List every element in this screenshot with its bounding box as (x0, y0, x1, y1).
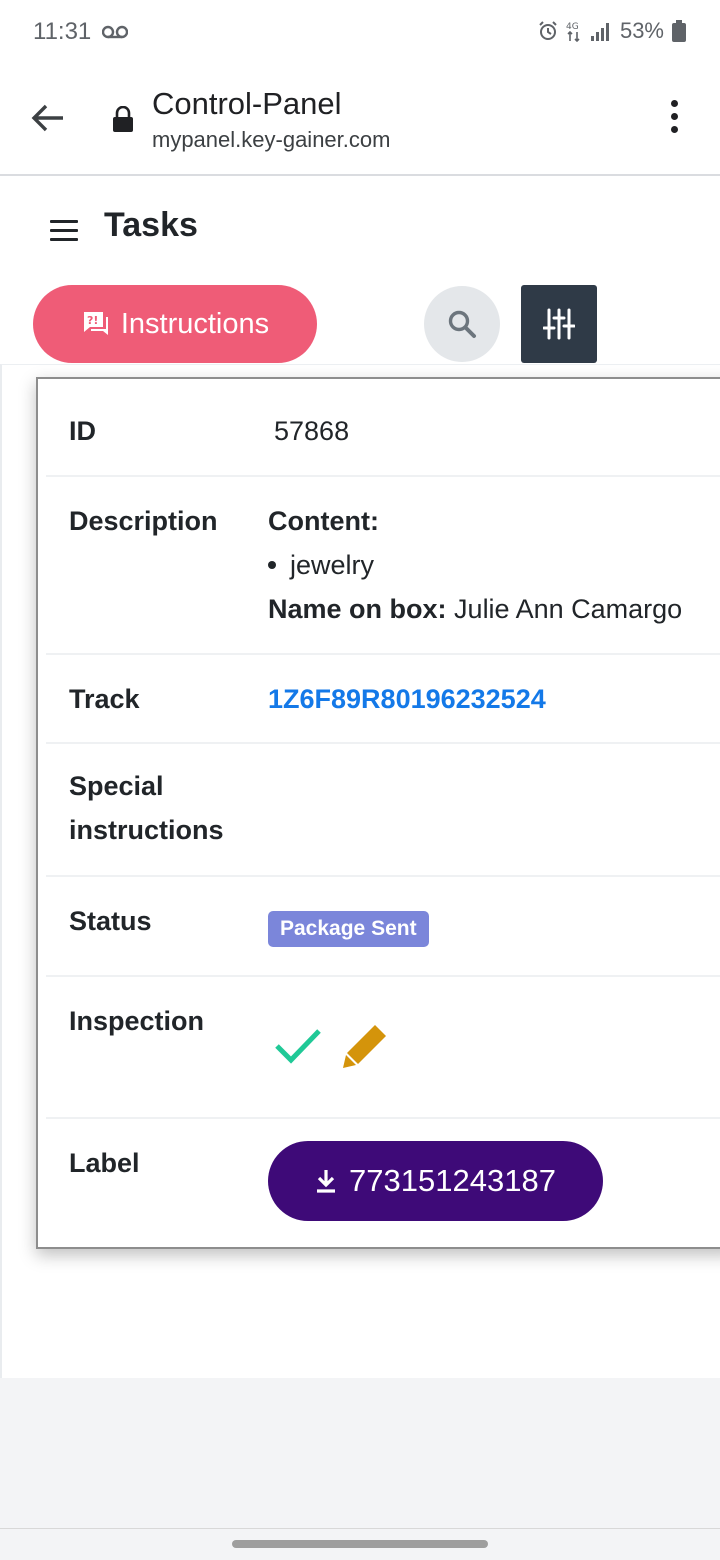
row-inspection: Inspection (46, 977, 720, 1119)
content-item: jewelry (290, 550, 375, 580)
battery-percent: 53% (619, 18, 664, 43)
download-label-button[interactable]: 773151243187 (268, 1141, 603, 1221)
row-track: Track 1Z6F89R80196232524 (46, 655, 720, 744)
battery-icon (672, 20, 686, 42)
id-value: 57868 (274, 416, 350, 446)
browser-url[interactable]: mypanel.key-gainer.com (152, 127, 390, 153)
voicemail-icon (102, 25, 128, 39)
status-time: 11:31 (33, 18, 92, 45)
name-on-box-label: Name on box: (268, 594, 447, 624)
back-arrow-icon[interactable] (30, 100, 66, 136)
content-label: Content: (268, 506, 379, 536)
label-number: 773151243187 (349, 1163, 556, 1198)
search-button[interactable] (424, 286, 500, 362)
sliders-icon (543, 308, 575, 340)
row-id: ID 57868 (46, 387, 720, 477)
name-on-box: Name on box: Julie Ann Camargo (268, 587, 682, 631)
status-icons: 4G 53% (538, 18, 686, 44)
page-title: Tasks (104, 206, 198, 244)
lock-icon (113, 106, 133, 132)
download-icon (317, 1170, 336, 1193)
check-icon[interactable] (274, 1026, 322, 1066)
status-badge: Package Sent (268, 911, 429, 947)
hamburger-menu-icon[interactable] (50, 220, 78, 247)
page-background (0, 1378, 720, 1530)
svg-text:?!: ?! (87, 314, 98, 327)
status-bar: 11:31 4G 53% (0, 0, 720, 66)
pencil-icon[interactable] (340, 1021, 390, 1071)
inspection-actions (274, 1021, 390, 1071)
description-value: Content: jewelry Name on box: Julie Ann … (268, 499, 682, 631)
task-detail-card: ID 57868 Description Content: jewelry Na… (36, 377, 720, 1249)
id-label: ID (69, 416, 96, 446)
name-on-box-value: Julie Ann Camargo (454, 594, 683, 624)
special-instructions-label: Special instructions (69, 771, 224, 845)
label-label: Label (69, 1148, 140, 1178)
instructions-button[interactable]: ?! Instructions (33, 285, 317, 363)
row-description: Description Content: jewelry Name on box… (46, 477, 720, 655)
mobile-data-icon: 4G (566, 22, 580, 42)
signal-icon (590, 23, 609, 41)
row-special-instructions: Special instructions (46, 744, 720, 877)
row-label: Label 773151243187 (46, 1119, 720, 1247)
row-status: Status Package Sent (46, 877, 720, 977)
browser-page-title: Control-Panel (152, 86, 342, 121)
content-list-item: jewelry (268, 543, 682, 587)
tracking-link[interactable]: 1Z6F89R80196232524 (268, 684, 546, 714)
gesture-handle[interactable] (232, 1540, 488, 1548)
search-icon (448, 310, 476, 338)
chat-question-icon: ?! (83, 312, 108, 335)
filter-button[interactable] (521, 285, 597, 363)
alarm-icon (539, 21, 557, 40)
status-label: Status (69, 906, 152, 936)
more-options-icon[interactable] (664, 100, 684, 136)
instructions-label: Instructions (120, 307, 270, 340)
track-label: Track (69, 684, 140, 714)
browser-toolbar: Control-Panel mypanel.key-gainer.com (0, 66, 720, 176)
description-label: Description (69, 506, 218, 536)
svg-text:4G: 4G (566, 22, 579, 32)
inspection-label: Inspection (69, 1006, 205, 1036)
